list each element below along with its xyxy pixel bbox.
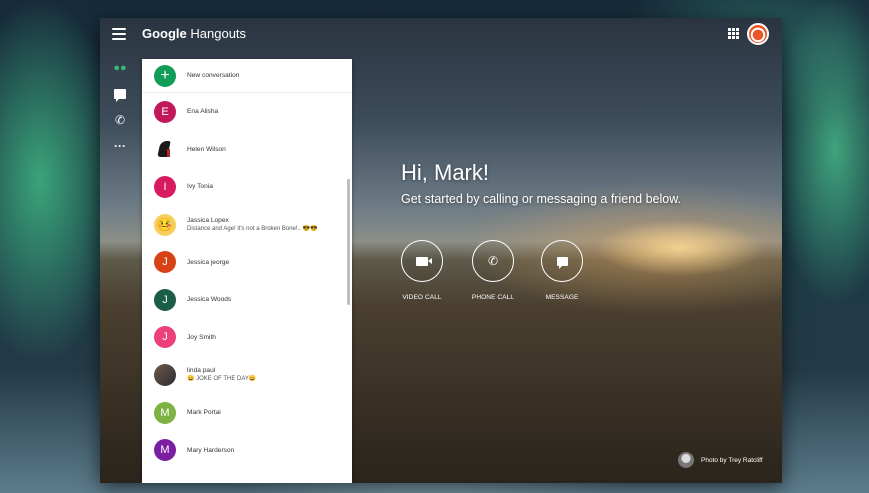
top-bar: Google Hangouts [100,18,782,50]
contact-row[interactable]: Helen Wilson [142,131,352,169]
contact-row[interactable]: E Ena Alisha [142,93,352,131]
app-title-product: Hangouts [186,26,247,41]
message-icon [556,256,568,269]
contact-name: Helen Wilson [187,145,226,153]
phone-call-button[interactable]: ✆ PHONE CALL [463,240,523,301]
photo-credit[interactable]: Photo by Trey Ratcliff [678,452,763,468]
contact-row[interactable]: I Ivy Tonia [142,168,352,206]
contacts-scrollbar[interactable] [347,179,350,305]
contact-status: Distance and Age! it's not a Broken Bone… [187,226,318,233]
contact-name: Ena Alisha [187,108,219,116]
hangouts-window: Google Hangouts ●● ✆ ··· + New conversat… [100,18,782,483]
message-label: MESSAGE [545,294,579,301]
contact-name: Jassica Lopex [187,217,229,225]
contact-avatar [154,138,176,161]
plus-icon: + [154,64,176,87]
contact-name: Ivy Tonia [187,183,213,191]
contact-avatar: M [154,439,176,462]
rail-contacts-button[interactable]: ●● [108,56,132,80]
contact-avatar: M [154,401,176,424]
apps-grid-icon[interactable] [728,28,739,39]
account-avatar[interactable] [747,23,769,45]
contact-avatar: I [154,175,176,198]
rail-calls-button[interactable]: ✆ [108,108,132,132]
contact-name: Mary Harderson [187,446,235,454]
people-icon: ●● [113,62,127,74]
contact-avatar: E [154,100,176,123]
contact-name: Mark Portai [187,409,221,417]
contact-row[interactable]: M Mary Harderson [142,431,352,469]
contact-avatar: J [154,326,176,349]
photographer-avatar [678,452,694,468]
app-title-brand: Google [142,26,187,41]
contact-row[interactable]: 🤒 Jassica Lopex Distance and Age! it's n… [142,206,352,244]
contact-row[interactable]: J Jessica jeorge [142,243,352,281]
contact-avatar [154,363,176,386]
phone-icon: ✆ [487,254,499,268]
chat-icon [114,89,126,102]
greeting-subtext: Get started by calling or messaging a fr… [401,192,682,206]
new-conversation-label: New conversation [187,72,240,79]
menu-icon[interactable] [112,28,126,40]
new-conversation-button[interactable]: + New conversation [142,59,352,93]
contact-avatar: J [154,288,176,311]
contact-name: Jessica Woods [187,296,232,304]
video-icon [416,256,432,266]
video-call-label: VIDEO CALL [402,294,442,301]
nav-rail: ●● ✆ ··· [108,56,132,160]
contact-row[interactable]: M Mark Portai [142,394,352,432]
contacts-panel: + New conversation E Ena Alisha Helen Wi… [142,59,352,483]
contact-avatar: 🤒 [154,213,176,236]
contact-row[interactable]: J Joy Smith [142,319,352,357]
contact-row[interactable]: J Jessica Woods [142,281,352,319]
video-call-button[interactable]: VIDEO CALL [392,240,452,301]
photo-credit-text: Photo by Trey Ratcliff [701,456,763,464]
contact-status: 😄 JOKE OF THE DAY😄 [187,376,257,383]
contact-name: Jessica jeorge [187,258,230,266]
rail-conversations-button[interactable] [108,82,132,106]
contact-avatar: J [154,251,176,274]
message-button[interactable]: MESSAGE [532,240,592,301]
contact-name: Joy Smith [187,333,216,341]
phone-icon: ✆ [114,113,126,127]
contact-row[interactable]: linda paul 😄 JOKE OF THE DAY😄 [142,356,352,394]
greeting-heading: Hi, Mark! [401,160,489,185]
rail-more-button[interactable]: ··· [108,134,132,158]
more-icon: ··· [114,139,126,153]
phone-call-label: PHONE CALL [471,294,515,301]
app-title: Google Hangouts [142,26,246,41]
contact-name: linda paul [187,367,216,375]
